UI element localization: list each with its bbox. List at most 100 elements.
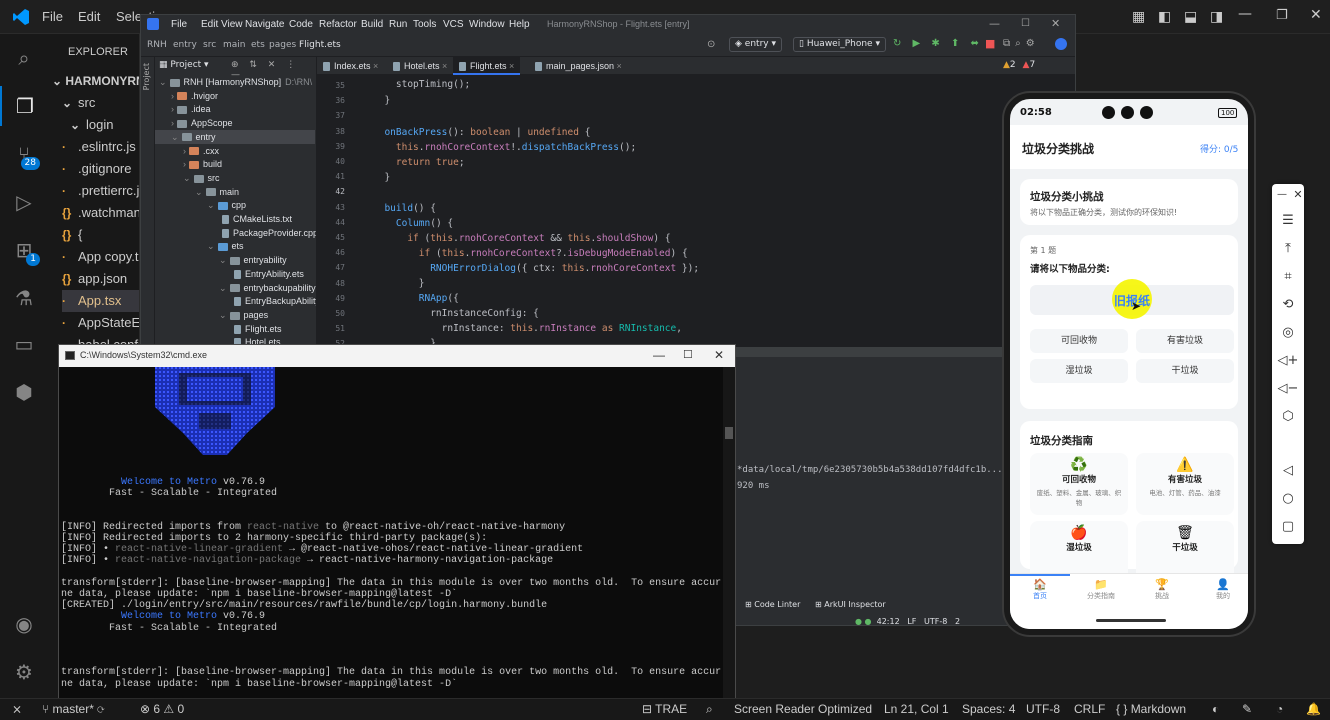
- breadcrumb-item[interactable]: RNH: [147, 40, 167, 50]
- tree-folder[interactable]: ⌄ src: [62, 92, 95, 114]
- run-toolbar[interactable]: ↻ ▶ ✱ ⬆ ⬌: [893, 38, 983, 49]
- language-status[interactable]: { } Markdown: [1116, 702, 1186, 716]
- ai-icon[interactable]: ✎: [1242, 702, 1252, 716]
- back-icon[interactable]: ◁: [1272, 460, 1304, 482]
- menu-file[interactable]: File: [42, 9, 63, 24]
- copilot-icon[interactable]: ◐: [1212, 702, 1219, 716]
- ide-tools[interactable]: ⧉⌕⚙: [1003, 38, 1040, 49]
- deveco-minimize-button[interactable]: —: [989, 17, 1000, 30]
- project-folder[interactable]: › .idea: [171, 102, 211, 116]
- home-gesture-bar[interactable]: [1096, 619, 1166, 622]
- breadcrumb-item[interactable]: src: [203, 40, 216, 50]
- close-icon[interactable]: ×: [371, 61, 378, 71]
- zoom-icon[interactable]: ⌕: [706, 702, 713, 717]
- eol-status[interactable]: CRLF: [1074, 702, 1105, 716]
- editor-tab[interactable]: main_pages.json ×: [529, 57, 628, 75]
- close-icon[interactable]: ×: [614, 61, 622, 71]
- run-debug-icon[interactable]: ▷: [0, 182, 48, 222]
- answer-option-button[interactable]: 干垃圾: [1136, 359, 1234, 383]
- nav-item[interactable]: 👤 我的: [1193, 578, 1248, 601]
- screen-reader-status[interactable]: Screen Reader Optimized: [734, 702, 872, 716]
- remote-icon[interactable]: ⨯: [12, 702, 22, 716]
- breadcrumb-item[interactable]: ets: [251, 40, 265, 50]
- nav-item[interactable]: 🏆 挑战: [1132, 578, 1192, 601]
- project-folder[interactable]: › .hvigor: [171, 89, 218, 103]
- project-file[interactable]: Flight.ets: [231, 322, 282, 336]
- deveco-menu-run[interactable]: Run: [389, 19, 407, 30]
- trae-status[interactable]: ⊟ TRAE: [642, 702, 687, 716]
- inspection-widget[interactable]: ▲2 ▲7: [1003, 60, 1035, 70]
- close-icon[interactable]: ×: [440, 61, 447, 71]
- breadcrumb-item[interactable]: Flight.ets: [299, 40, 341, 50]
- toggle-sidebar-icon[interactable]: ◧: [1158, 9, 1171, 25]
- account-icon[interactable]: ◉: [0, 604, 48, 644]
- editor-tab[interactable]: Hotel.ets ×: [387, 57, 453, 75]
- branch-status[interactable]: ⑂ master* ⟳: [42, 702, 104, 716]
- toggle-secondary-icon[interactable]: ◨: [1210, 9, 1223, 25]
- tree-folder[interactable]: ⌄ login: [70, 114, 113, 136]
- menu-icon[interactable]: ☰: [1272, 210, 1304, 232]
- guide-category[interactable]: ♻️ 可回收物 废纸、塑料、金属、玻璃、织物: [1030, 453, 1128, 515]
- notifications-icon[interactable]: 🔔: [1306, 702, 1321, 716]
- indentation-status[interactable]: Spaces: 4: [962, 702, 1015, 716]
- window-minimize-button[interactable]: —: [1238, 6, 1252, 22]
- breadcrumb-item[interactable]: main: [223, 40, 246, 50]
- code-linter-tab[interactable]: ⊞ Code Linter: [745, 600, 800, 609]
- window-restore-button[interactable]: ❐: [1276, 8, 1288, 23]
- explorer-icon[interactable]: ❐: [0, 86, 48, 126]
- crop-icon[interactable]: ⌗: [1272, 266, 1304, 288]
- project-folder[interactable]: ⌄ src: [183, 171, 220, 185]
- editor-tab[interactable]: Flight.ets ×: [453, 57, 521, 75]
- rotate-icon[interactable]: ⟲: [1272, 294, 1304, 316]
- deveco-menu-refactor[interactable]: Refactor: [319, 19, 357, 30]
- extensions-icon[interactable]: ⊞ 1: [0, 230, 48, 270]
- project-folder[interactable]: › AppScope: [171, 116, 233, 130]
- deveco-menu-build[interactable]: Build: [361, 19, 383, 30]
- project-folder[interactable]: ⌄ ets: [207, 239, 244, 253]
- cursor-position[interactable]: Ln 21, Col 1: [884, 702, 949, 716]
- deveco-extension-icon[interactable]: ⬢: [0, 372, 48, 412]
- project-tool-button[interactable]: Project: [142, 63, 151, 90]
- module-select[interactable]: ◈ entry ▾: [729, 37, 782, 52]
- project-folder[interactable]: ⌄ cpp: [207, 198, 246, 212]
- project-folder[interactable]: ⌄ pages: [219, 308, 268, 322]
- deveco-menu-help[interactable]: Help: [509, 19, 530, 30]
- tree-file[interactable]: · App copy.tsx: [62, 246, 139, 268]
- deveco-menu-code[interactable]: Code: [289, 19, 313, 30]
- volume-down-icon[interactable]: ◁−: [1272, 378, 1304, 400]
- editor-tab[interactable]: Index.ets ×: [317, 57, 384, 75]
- deveco-menu-view[interactable]: View: [221, 19, 243, 30]
- layout-icon[interactable]: ▦: [1132, 9, 1145, 25]
- project-folder[interactable]: › build: [183, 157, 222, 171]
- tree-file[interactable]: · .eslintrc.js: [62, 136, 136, 158]
- project-folder[interactable]: ⌄ entryability: [219, 253, 287, 267]
- project-file[interactable]: PackageProvider.cpp: [219, 226, 316, 240]
- toggle-panel-icon[interactable]: ⬓: [1184, 9, 1197, 25]
- tree-file[interactable]: {} {: [62, 224, 82, 246]
- answer-option-button[interactable]: 湿垃圾: [1030, 359, 1128, 383]
- arkui-inspector-tab[interactable]: ⊞ ArkUI Inspector: [815, 600, 886, 609]
- guide-category[interactable]: ⚠️ 有害垃圾 电池、灯管、药品、油漆: [1136, 453, 1234, 515]
- cmd-maximize-button[interactable]: ☐: [683, 348, 693, 361]
- accounts-status-icon[interactable]: ◔: [1276, 702, 1283, 716]
- project-folder[interactable]: ⌄ entrybackupability: [219, 281, 316, 295]
- breadcrumb-item[interactable]: entry: [173, 40, 197, 50]
- window-close-button[interactable]: ✕: [1310, 7, 1322, 23]
- stop-button[interactable]: ■: [985, 37, 995, 50]
- testing-icon[interactable]: ⚗: [0, 278, 48, 318]
- deveco-menu-file[interactable]: File: [171, 19, 187, 30]
- menu-edit[interactable]: Edit: [78, 9, 100, 24]
- code-editor[interactable]: Index.ets × Hotel.ets × Flight.ets × main_p…: [317, 57, 1075, 347]
- source-control-icon[interactable]: ⑂ 28: [0, 134, 48, 174]
- settings-icon[interactable]: ⬡: [1272, 406, 1304, 428]
- nav-item[interactable]: 🏠 首页: [1010, 578, 1070, 601]
- answer-option-button[interactable]: 可回收物: [1030, 329, 1128, 353]
- project-folder[interactable]: › .cxx: [183, 144, 219, 158]
- project-file[interactable]: CMakeLists.txt: [219, 212, 292, 226]
- cmd-scrollbar[interactable]: [723, 367, 735, 699]
- target-icon[interactable]: ⊙: [707, 39, 715, 50]
- screenshot-icon[interactable]: ◎: [1272, 322, 1304, 344]
- tree-file[interactable]: · AppStateExample: [62, 312, 139, 334]
- home-icon[interactable]: ○: [1272, 488, 1304, 510]
- deveco-close-button[interactable]: ✕: [1051, 17, 1060, 30]
